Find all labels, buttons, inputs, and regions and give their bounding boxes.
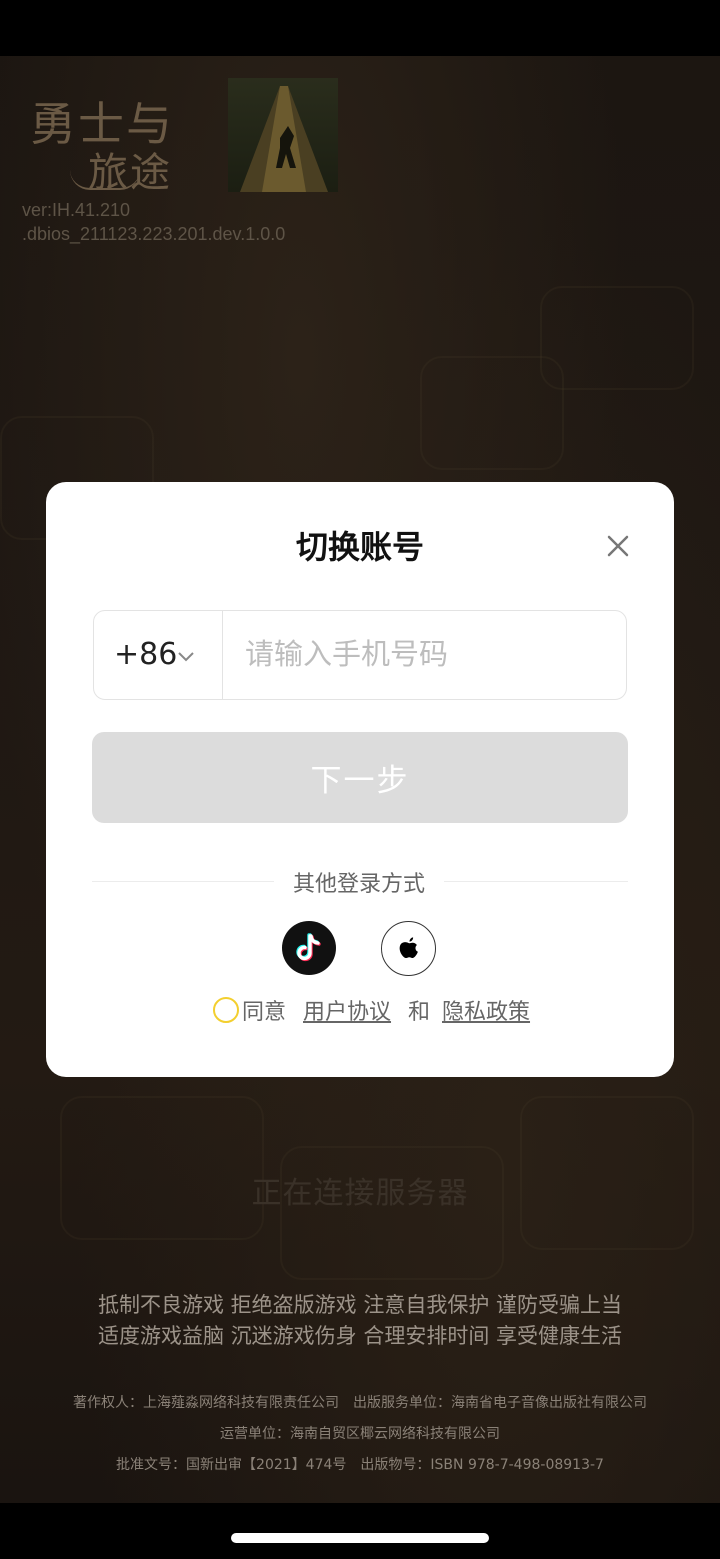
build-line: .dbios_211123.223.201.dev.1.0.0 [22, 224, 286, 244]
close-button[interactable] [598, 528, 638, 568]
logo-artwork [228, 78, 338, 192]
and-label: 和 [408, 1000, 431, 1025]
version-line: ver:IH.41.210 [22, 200, 131, 220]
copyright-line: 批准文号：国新出审【2021】474号 出版物号：ISBN 978-7-498-… [116, 1457, 604, 1473]
health-notice: 抵制不良游戏 拒绝盗版游戏 注意自我保护 谨防受骗上当 适度游戏益脑 沉迷游戏伤… [0, 1290, 720, 1352]
logo-swash [70, 170, 140, 190]
privacy-policy-link[interactable]: 隐私政策 [442, 994, 530, 1026]
phone-number-input[interactable] [223, 612, 618, 696]
copyright-info: 著作权人：上海薤淼网络科技有限责任公司 出版服务单位：海南省电子音像出版社有限公… [0, 1388, 720, 1481]
divider [444, 881, 628, 882]
agree-label: 同意 [242, 1000, 287, 1025]
bg-tile [280, 1146, 504, 1280]
close-icon [607, 535, 629, 557]
apple-icon [399, 937, 418, 959]
home-indicator[interactable] [231, 1533, 489, 1543]
divider [92, 881, 274, 882]
copyright-line: 运营单位：海南自贸区椰云网络科技有限公司 [220, 1426, 500, 1442]
notice-line: 适度游戏益脑 沉迷游戏伤身 合理安排时间 享受健康生活 [97, 1324, 623, 1348]
tiktok-login-button[interactable] [282, 921, 336, 975]
country-code: +86 [114, 637, 178, 672]
status-bar [0, 0, 720, 56]
apple-login-button[interactable] [381, 921, 436, 976]
country-code-selector[interactable]: +86 [94, 611, 223, 699]
bg-tile [420, 356, 564, 470]
version-info: ver:IH.41.210 .dbios_211123.223.201.dev.… [22, 198, 285, 246]
phone-field-group: +86 [93, 610, 627, 700]
other-login-methods-label: 其他登录方式 [292, 872, 425, 897]
user-agreement-link[interactable]: 用户协议 [303, 994, 391, 1026]
connecting-status: 正在连接服务器 [251, 1176, 469, 1211]
chevron-down-icon [178, 652, 194, 662]
bottom-bar [0, 1503, 720, 1559]
tiktok-icon [296, 933, 321, 962]
copyright-line: 著作权人：上海薤淼网络科技有限责任公司 出版服务单位：海南省电子音像出版社有限公… [73, 1395, 647, 1411]
agree-radio[interactable] [213, 997, 239, 1023]
next-step-button[interactable]: 下一步 [92, 732, 628, 823]
notice-line: 抵制不良游戏 拒绝盗版游戏 注意自我保护 谨防受骗上当 [97, 1293, 623, 1317]
game-logo: 勇士与 旅途 [18, 82, 228, 196]
